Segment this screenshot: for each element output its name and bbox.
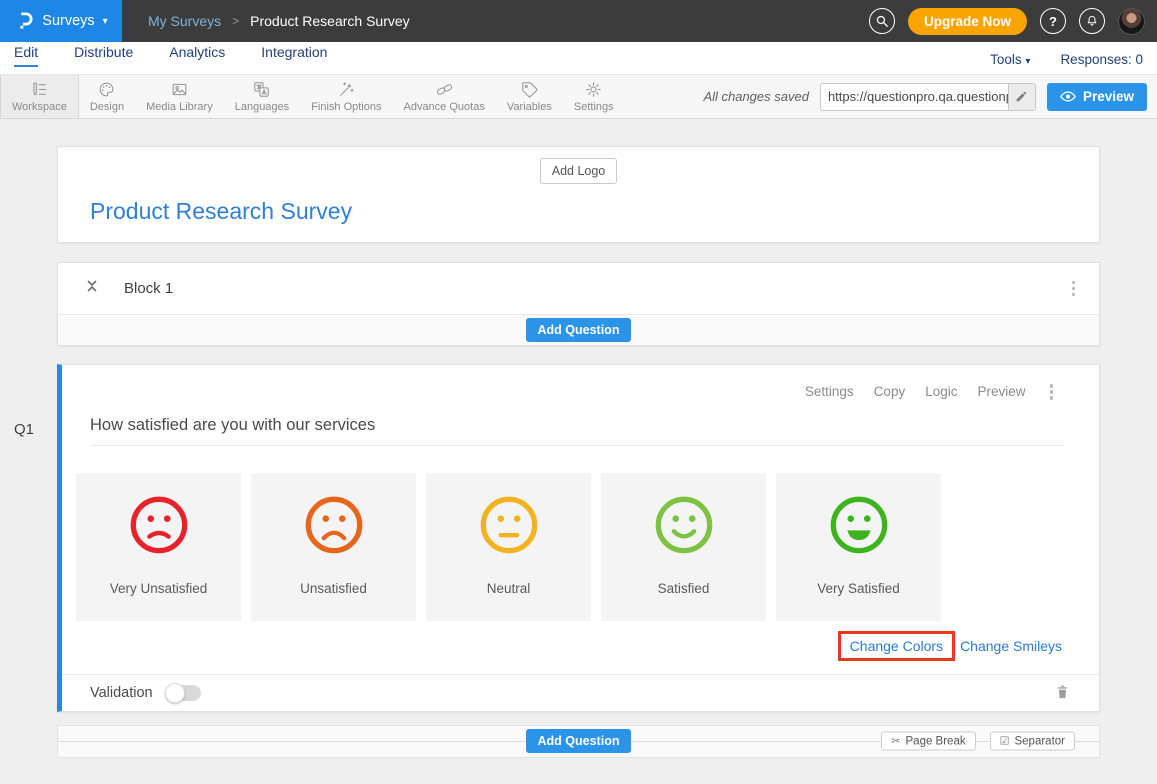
survey-canvas: Q1 Add Logo Product Research Survey Bloc… bbox=[0, 119, 1157, 784]
neutral-smiley-icon bbox=[478, 494, 540, 556]
smiley-options: Very Unsatisfied Unsatisfied bbox=[62, 446, 1099, 621]
design-icon bbox=[97, 80, 116, 99]
breadcrumb-current: Product Research Survey bbox=[250, 13, 410, 29]
toolbar-item-design[interactable]: Design bbox=[79, 75, 135, 118]
option-label: Satisfied bbox=[658, 581, 710, 596]
search-button[interactable] bbox=[869, 8, 895, 34]
question-settings-link[interactable]: Settings bbox=[805, 384, 854, 399]
question-logic-link[interactable]: Logic bbox=[925, 384, 957, 399]
variables-icon bbox=[520, 80, 539, 99]
media-library-icon bbox=[170, 80, 189, 99]
option-very-satisfied[interactable]: Very Satisfied bbox=[776, 473, 941, 621]
save-status: All changes saved bbox=[703, 89, 809, 104]
breadcrumb-separator: > bbox=[232, 14, 239, 28]
toolbar-item-workspace[interactable]: Workspace bbox=[0, 75, 79, 118]
tools-dropdown[interactable]: Tools ▾ bbox=[990, 52, 1030, 67]
question-menu-button[interactable] bbox=[1046, 380, 1058, 404]
change-colors-link[interactable]: Change Colors bbox=[850, 638, 943, 654]
notifications-button[interactable] bbox=[1079, 8, 1105, 34]
chevron-down-icon: ▾ bbox=[1025, 56, 1030, 67]
survey-url-value: https://questionpro.qa.questionp bbox=[821, 89, 1008, 104]
breadcrumb: My Surveys > Product Research Survey bbox=[148, 13, 410, 29]
top-bar: Surveys ▾ My Surveys > Product Research … bbox=[0, 0, 1157, 42]
option-unsatisfied[interactable]: Unsatisfied bbox=[251, 473, 416, 621]
toolbar-item-settings[interactable]: Settings bbox=[563, 75, 625, 118]
edit-url-button[interactable] bbox=[1008, 84, 1035, 110]
toolbar-item-variables[interactable]: Variables bbox=[496, 75, 563, 118]
finish-options-icon bbox=[337, 80, 356, 99]
toolbar-item-languages[interactable]: Languages bbox=[224, 75, 300, 118]
tab-integration[interactable]: Integration bbox=[261, 44, 327, 67]
trash-icon bbox=[1054, 682, 1071, 701]
survey-url-field[interactable]: https://questionpro.qa.questionp bbox=[820, 83, 1036, 111]
very-unsatisfied-smiley-icon bbox=[128, 494, 190, 556]
help-button[interactable]: ? bbox=[1040, 8, 1066, 34]
survey-header-card: Add Logo Product Research Survey bbox=[57, 146, 1100, 243]
question-number-label: Q1 bbox=[14, 421, 34, 438]
tab-edit[interactable]: Edit bbox=[14, 44, 38, 67]
block-title: Block 1 bbox=[124, 280, 173, 297]
collapse-icon bbox=[84, 278, 100, 294]
validation-label: Validation bbox=[90, 685, 153, 701]
validation-row: Validation bbox=[62, 674, 1099, 711]
delete-question-button[interactable] bbox=[1054, 682, 1071, 704]
unsatisfied-smiley-icon bbox=[303, 494, 365, 556]
tab-analytics[interactable]: Analytics bbox=[169, 44, 225, 67]
section-tabs: Edit Distribute Analytics Integration To… bbox=[0, 42, 1157, 75]
tab-distribute[interactable]: Distribute bbox=[74, 44, 133, 67]
block-header: Block 1 bbox=[58, 263, 1099, 315]
checkbox-icon: ☑ bbox=[1000, 735, 1010, 748]
bell-icon bbox=[1085, 14, 1099, 28]
question-preview-link[interactable]: Preview bbox=[977, 384, 1025, 399]
advance-quotas-icon bbox=[435, 80, 454, 99]
add-question-button-bottom[interactable]: Add Question bbox=[526, 729, 632, 753]
surveys-menu[interactable]: Surveys ▾ bbox=[0, 0, 122, 42]
block-menu-button[interactable] bbox=[1068, 277, 1080, 301]
validation-toggle[interactable] bbox=[167, 685, 201, 701]
avatar[interactable] bbox=[1118, 8, 1145, 35]
responses-count[interactable]: Responses: 0 bbox=[1060, 52, 1143, 67]
search-icon bbox=[875, 14, 889, 28]
option-label: Very Satisfied bbox=[817, 581, 900, 596]
toolbar-item-finish-options[interactable]: Finish Options bbox=[300, 75, 392, 118]
editor-toolbar: Workspace Design Media Library Languages… bbox=[0, 75, 1157, 119]
option-neutral[interactable]: Neutral bbox=[426, 473, 591, 621]
surveys-menu-label: Surveys bbox=[42, 13, 94, 29]
change-smileys-link[interactable]: Change Smileys bbox=[960, 638, 1062, 654]
question-card: Settings Copy Logic Preview How satisfie… bbox=[57, 364, 1100, 712]
collapse-block-button[interactable] bbox=[84, 278, 100, 299]
toolbar-item-media-library[interactable]: Media Library bbox=[135, 75, 224, 118]
toolbar-item-advance-quotas[interactable]: Advance Quotas bbox=[392, 75, 495, 118]
preview-button[interactable]: Preview bbox=[1047, 83, 1147, 111]
pencil-icon bbox=[1015, 90, 1028, 103]
scissors-icon: ✂ bbox=[891, 735, 900, 748]
languages-icon bbox=[252, 80, 271, 99]
add-logo-button[interactable]: Add Logo bbox=[540, 158, 618, 184]
option-label: Unsatisfied bbox=[300, 581, 367, 596]
annotation-highlight-box: Change Colors bbox=[838, 631, 955, 661]
satisfied-smiley-icon bbox=[653, 494, 715, 556]
very-satisfied-smiley-icon bbox=[828, 494, 890, 556]
option-label: Very Unsatisfied bbox=[110, 581, 208, 596]
separator-button[interactable]: ☑ Separator bbox=[990, 732, 1075, 751]
upgrade-button[interactable]: Upgrade Now bbox=[908, 8, 1027, 35]
question-text[interactable]: How satisfied are you with our services bbox=[90, 416, 1064, 446]
questionpro-logo-icon bbox=[14, 10, 34, 32]
eye-icon bbox=[1060, 91, 1076, 102]
add-question-button-top[interactable]: Add Question bbox=[526, 318, 632, 342]
page-break-button[interactable]: ✂ Page Break bbox=[881, 732, 975, 751]
top-actions: Upgrade Now ? bbox=[869, 8, 1157, 35]
workspace-icon bbox=[30, 80, 49, 99]
option-very-unsatisfied[interactable]: Very Unsatisfied bbox=[76, 473, 241, 621]
settings-icon bbox=[584, 80, 603, 99]
survey-title[interactable]: Product Research Survey bbox=[90, 198, 1099, 225]
question-copy-link[interactable]: Copy bbox=[874, 384, 906, 399]
chevron-down-icon: ▾ bbox=[103, 16, 108, 27]
breadcrumb-my-surveys[interactable]: My Surveys bbox=[148, 13, 221, 29]
option-satisfied[interactable]: Satisfied bbox=[601, 473, 766, 621]
block-1: Block 1 Add Question Settings Copy Logic… bbox=[57, 262, 1100, 758]
block-footer: Add Question ✂ Page Break ☑ Separator bbox=[57, 725, 1100, 758]
option-label: Neutral bbox=[487, 581, 531, 596]
